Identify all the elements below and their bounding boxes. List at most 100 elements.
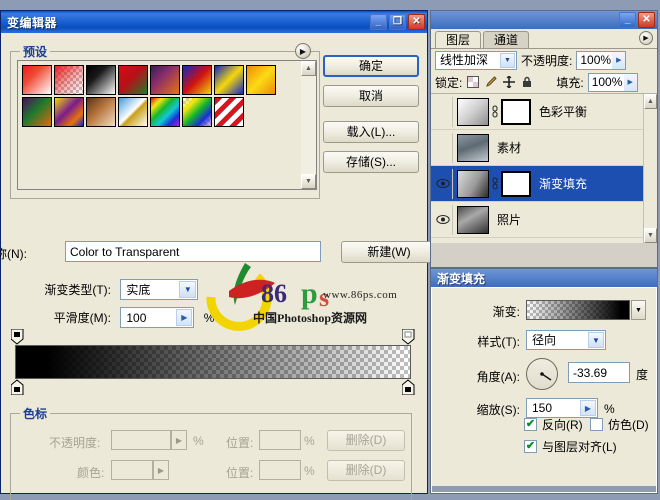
preset-swatch[interactable] bbox=[246, 65, 276, 95]
preset-swatch[interactable] bbox=[214, 65, 244, 95]
layers-palette-titlebar[interactable]: _ ✕ bbox=[431, 11, 657, 29]
maximize-icon[interactable]: ❐ bbox=[389, 14, 406, 30]
gf-reverse-checkbox-row[interactable]: ✔ 反向(R) bbox=[524, 416, 583, 433]
layer-mask-thumbnail[interactable] bbox=[501, 170, 531, 197]
gf-align-checkbox[interactable]: ✔ bbox=[524, 440, 537, 453]
layer-list-scrollbar[interactable]: ▲ ▼ bbox=[643, 94, 657, 243]
opacity-spinner-icon[interactable]: ▶ bbox=[171, 430, 187, 450]
eye-icon[interactable] bbox=[433, 168, 453, 199]
palette-menu-icon[interactable]: ▶ bbox=[639, 31, 653, 45]
preset-swatch[interactable] bbox=[86, 65, 116, 95]
opacity-label: 不透明度: bbox=[521, 53, 573, 68]
layer-row[interactable]: 色彩平衡 bbox=[431, 94, 657, 130]
eye-icon[interactable] bbox=[433, 96, 453, 127]
ok-button[interactable]: 确定 bbox=[323, 55, 419, 77]
preset-swatch[interactable] bbox=[150, 97, 180, 127]
gf-dither-checkbox-row[interactable]: 仿色(D) bbox=[590, 416, 649, 433]
eye-icon[interactable] bbox=[433, 132, 453, 163]
blend-mode-select[interactable]: 线性加深 ▼ bbox=[435, 50, 517, 70]
preset-swatch[interactable] bbox=[54, 65, 84, 95]
spinner-arrow-icon[interactable]: ▶ bbox=[612, 51, 626, 69]
tab-layers[interactable]: 图层 bbox=[435, 31, 482, 48]
gf-scale-input[interactable]: 150 ▶ bbox=[526, 398, 598, 418]
preset-swatch[interactable] bbox=[182, 97, 212, 127]
layer-row[interactable]: 素材 bbox=[431, 130, 657, 166]
preset-swatch[interactable] bbox=[54, 97, 84, 127]
preset-swatch[interactable] bbox=[150, 65, 180, 95]
lock-icon[interactable] bbox=[520, 75, 534, 89]
layer-thumbnail[interactable] bbox=[457, 169, 489, 198]
gf-reverse-checkbox[interactable]: ✔ bbox=[524, 418, 537, 431]
opacity-stop-left[interactable] bbox=[10, 328, 24, 345]
opacity-value-input[interactable]: 100% ▶ bbox=[576, 50, 627, 70]
gf-dither-checkbox[interactable] bbox=[590, 418, 603, 431]
color-delete-button[interactable]: 删除(D) bbox=[327, 460, 405, 481]
brush-icon[interactable] bbox=[484, 75, 498, 89]
new-button[interactable]: 新建(W) bbox=[341, 241, 437, 263]
gradient-fill-body: 渐变: ▼ 样式(T): 径向 ▼ 角度(A): -33.69 度 缩放(S):… bbox=[431, 287, 657, 493]
opacity-location-input[interactable] bbox=[259, 430, 301, 450]
preset-swatch[interactable] bbox=[86, 97, 116, 127]
cancel-button[interactable]: 取消 bbox=[323, 85, 419, 107]
presets-well[interactable] bbox=[17, 60, 301, 190]
color-picker-arrow-icon[interactable]: ▶ bbox=[153, 460, 169, 480]
presets-menu-icon[interactable]: ▶ bbox=[295, 43, 311, 59]
gradient-name-input[interactable]: Color to Transparent bbox=[65, 241, 321, 262]
gradient-editor-titlebar[interactable]: 变编辑器 _ ❐ ✕ bbox=[1, 11, 427, 33]
palette-minimize-icon[interactable]: _ bbox=[619, 12, 636, 28]
transparency-icon[interactable] bbox=[466, 75, 480, 89]
preset-swatch[interactable] bbox=[22, 97, 52, 127]
preset-swatch[interactable] bbox=[214, 97, 244, 127]
color-stop-right[interactable] bbox=[401, 379, 415, 396]
layer-thumbnail[interactable] bbox=[457, 205, 489, 234]
layer-thumbnail[interactable] bbox=[457, 133, 489, 162]
layer-row[interactable]: 渐变填充 bbox=[431, 166, 657, 202]
gf-align-checkbox-row[interactable]: ✔ 与图层对齐(L) bbox=[524, 438, 617, 455]
tab-channels[interactable]: 通道 bbox=[483, 31, 530, 48]
smoothness-input[interactable]: 100 ▶ bbox=[120, 307, 195, 328]
color-location-input[interactable] bbox=[259, 460, 301, 480]
layer-list[interactable]: 色彩平衡 素材 渐变填充 照片 ▲ ▼ bbox=[431, 93, 657, 243]
color-swatch-input[interactable] bbox=[111, 460, 153, 480]
opacity-input[interactable] bbox=[111, 430, 171, 450]
preset-swatch[interactable] bbox=[118, 65, 148, 95]
presets-scrollbar[interactable]: ▲ ▼ bbox=[301, 60, 317, 190]
preset-swatch[interactable] bbox=[118, 97, 148, 127]
opacity-stop-right[interactable] bbox=[401, 328, 415, 345]
gf-angle-dial[interactable] bbox=[526, 358, 558, 390]
scroll-down-icon[interactable]: ▼ bbox=[301, 174, 316, 189]
layer-row[interactable]: 照片 bbox=[431, 202, 657, 238]
spinner-arrow-icon[interactable]: ▶ bbox=[623, 73, 637, 91]
spinner-arrow-icon[interactable]: ▶ bbox=[580, 400, 596, 416]
chevron-down-icon[interactable]: ▼ bbox=[588, 332, 604, 348]
scroll-up-icon[interactable]: ▲ bbox=[644, 94, 657, 109]
chevron-down-icon[interactable]: ▼ bbox=[631, 300, 646, 320]
gradient-strip[interactable] bbox=[15, 345, 411, 379]
close-icon[interactable]: ✕ bbox=[408, 14, 425, 30]
spinner-arrow-icon[interactable]: ▶ bbox=[176, 309, 193, 326]
color-stop-left[interactable] bbox=[10, 379, 24, 396]
layer-mask-thumbnail[interactable] bbox=[501, 98, 531, 125]
chevron-down-icon[interactable]: ▼ bbox=[500, 52, 515, 68]
smoothness-value: 100 bbox=[126, 311, 147, 325]
link-icon[interactable] bbox=[489, 177, 501, 191]
minimize-icon[interactable]: _ bbox=[370, 14, 387, 30]
gf-angle-input[interactable]: -33.69 bbox=[568, 362, 630, 383]
eye-icon[interactable] bbox=[433, 204, 453, 235]
move-icon[interactable] bbox=[502, 75, 516, 89]
gf-gradient-preview[interactable] bbox=[526, 300, 630, 320]
fill-value-input[interactable]: 100% ▶ bbox=[587, 72, 638, 92]
gf-style-select[interactable]: 径向 ▼ bbox=[526, 330, 606, 350]
preset-swatch[interactable] bbox=[182, 65, 212, 95]
scroll-up-icon[interactable]: ▲ bbox=[301, 61, 316, 76]
load-button[interactable]: 载入(L)... bbox=[323, 121, 419, 143]
link-icon[interactable] bbox=[489, 105, 501, 119]
preset-swatch[interactable] bbox=[22, 65, 52, 95]
palette-close-icon[interactable]: ✕ bbox=[638, 12, 655, 28]
opacity-delete-button[interactable]: 删除(D) bbox=[327, 430, 405, 451]
save-button[interactable]: 存储(S)... bbox=[323, 151, 419, 173]
layer-thumbnail[interactable] bbox=[457, 97, 489, 126]
scroll-down-icon[interactable]: ▼ bbox=[644, 228, 657, 243]
gradient-type-select[interactable]: 实底 ▼ bbox=[120, 279, 199, 300]
chevron-down-icon[interactable]: ▼ bbox=[179, 281, 197, 298]
